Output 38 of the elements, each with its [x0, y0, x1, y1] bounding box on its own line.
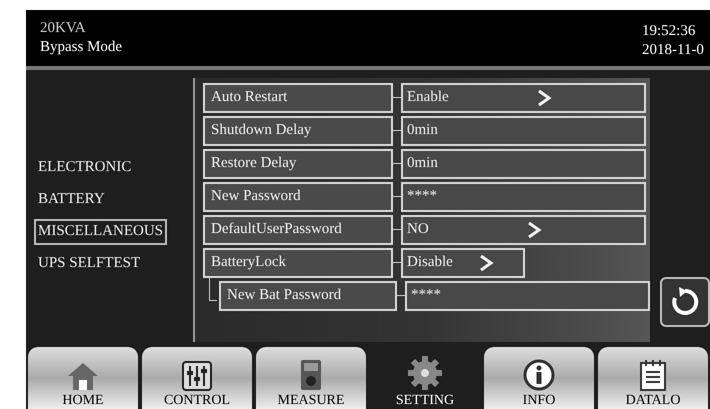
setting-label: Shutdown Delay — [203, 116, 393, 146]
setting-value-field[interactable]: Enable — [401, 82, 646, 112]
setting-label: New Password — [203, 182, 393, 212]
setting-value-field[interactable]: 0min — [401, 148, 646, 178]
chevron-right-icon — [478, 254, 494, 272]
setting-label: New Bat Password — [219, 280, 397, 310]
setting-label: DefaultUserPassword — [203, 214, 393, 244]
date-text: 2018-11-0 — [642, 41, 705, 60]
setting-label: BatteryLock — [203, 248, 393, 278]
nav-tab[interactable]: MEASURE — [256, 347, 366, 409]
setting-value-field[interactable]: NO — [401, 214, 646, 244]
setting-label: Restore Delay — [203, 148, 393, 178]
notepad-icon — [639, 359, 667, 391]
setting-label: Auto Restart — [203, 82, 393, 112]
chevron-right-icon — [536, 88, 552, 106]
setting-value-field[interactable]: **** — [401, 182, 646, 212]
menu-item[interactable]: ELECTRONIC — [34, 154, 136, 180]
gear-icon — [407, 355, 443, 391]
menu-item[interactable]: UPS SELFTEST — [34, 250, 144, 276]
refresh-icon — [669, 286, 701, 318]
nav-tab[interactable]: CONTROL — [142, 347, 252, 409]
nav-tab[interactable]: DATALO — [598, 347, 708, 409]
refresh-button[interactable] — [660, 277, 710, 327]
sliders-icon — [182, 361, 212, 391]
menu-item[interactable]: BATTERY — [34, 186, 109, 212]
model-text: 20KVA — [40, 19, 87, 38]
chevron-right-icon — [526, 220, 542, 238]
time-text: 19:52:36 — [642, 22, 696, 41]
house-icon — [66, 361, 100, 391]
menu-item[interactable]: MISCELLANEOUS — [34, 218, 168, 244]
setting-value-field[interactable]: Disable — [401, 248, 525, 278]
meter-icon — [300, 359, 322, 391]
setting-value-field[interactable]: **** — [405, 280, 650, 310]
mode-text: Bypass Mode — [40, 38, 122, 57]
nav-tab[interactable]: INFO — [484, 347, 594, 409]
nav-tab[interactable]: HOME — [28, 347, 138, 409]
setting-value-field[interactable]: 0min — [401, 116, 646, 146]
info-icon — [523, 359, 555, 391]
